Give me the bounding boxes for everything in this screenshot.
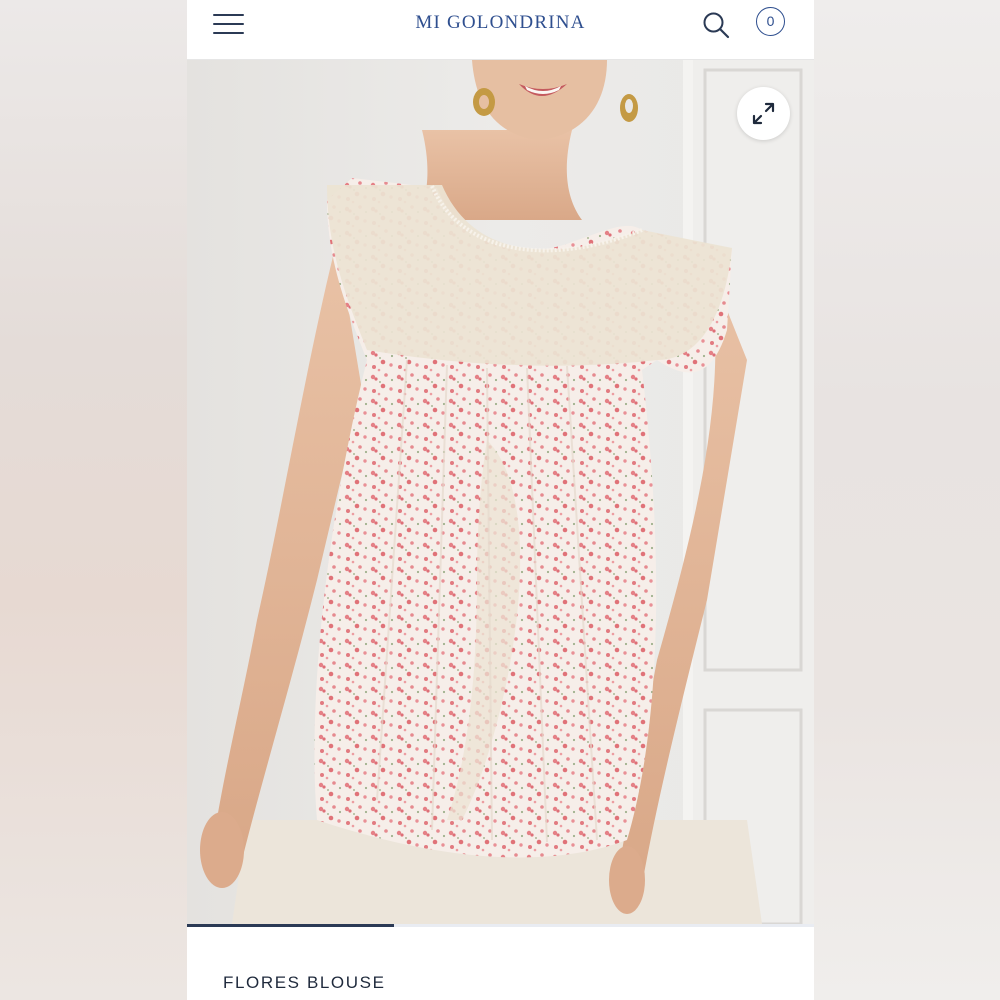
product-image-gallery[interactable] (187, 60, 814, 924)
expand-arrows-icon (752, 102, 775, 125)
product-photo (187, 60, 814, 924)
gallery-progress-fill (187, 924, 394, 927)
site-header: MI GOLONDRINA 0 (187, 0, 814, 60)
product-title: FLORES BLOUSE (223, 973, 386, 992)
background-blur-right (814, 0, 1000, 1000)
cart-button[interactable]: 0 (756, 7, 785, 36)
search-icon (703, 12, 730, 39)
mobile-screen: MI GOLONDRINA 0 FLORES BLOUSE (187, 0, 814, 1000)
gallery-progress-bar (187, 924, 814, 927)
search-button[interactable] (701, 10, 731, 40)
background-blur-left (0, 0, 187, 1000)
expand-image-button[interactable] (737, 87, 790, 140)
